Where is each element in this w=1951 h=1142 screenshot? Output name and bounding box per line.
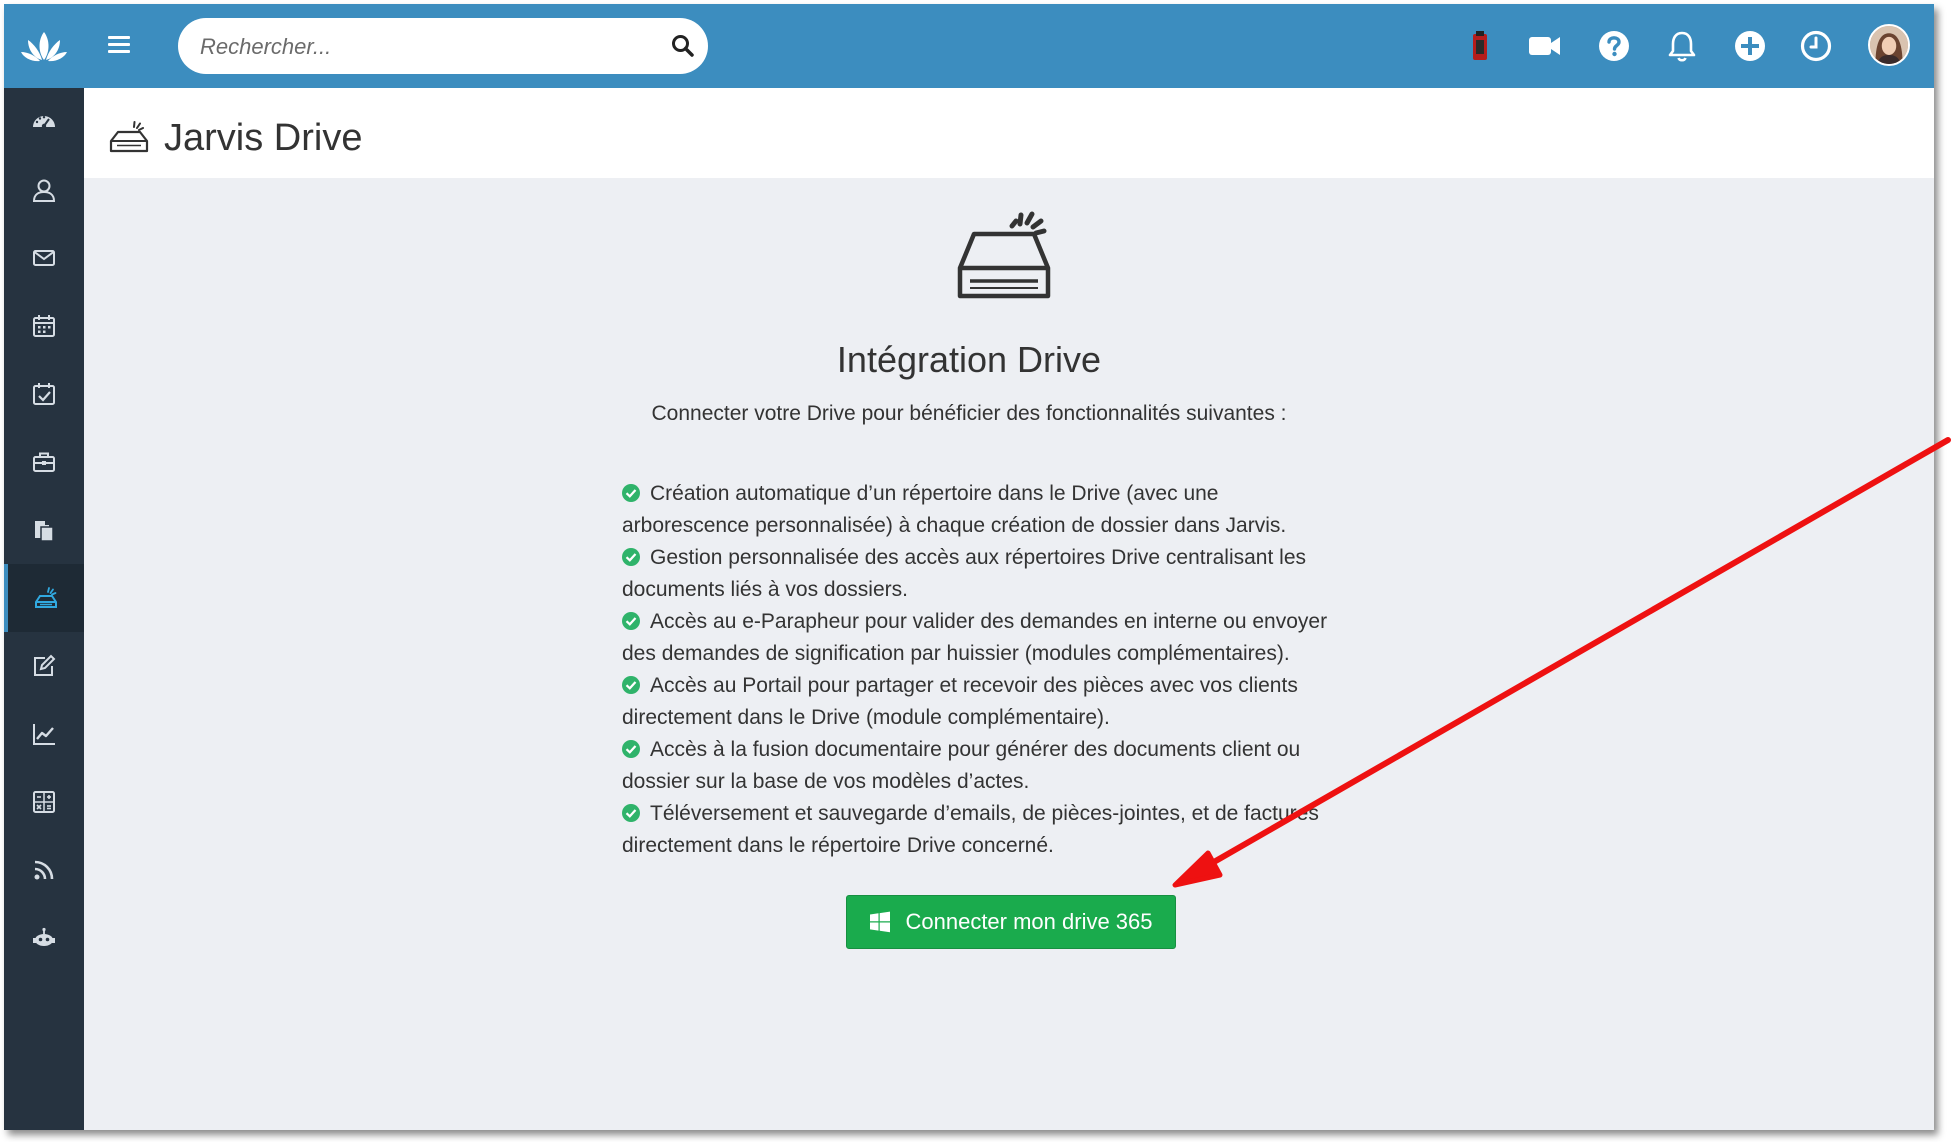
connect-drive-button-label: Connecter mon drive 365: [905, 909, 1153, 934]
features-list: Création automatique d’un répertoire dan…: [622, 478, 1402, 862]
connect-drive-button[interactable]: Connecter mon drive 365: [846, 895, 1176, 949]
sidebar-item-billing[interactable]: [4, 768, 84, 836]
sidebar-item-dashboard[interactable]: [4, 88, 84, 156]
sidebar-item-documents[interactable]: [4, 496, 84, 564]
page-title: Jarvis Drive: [164, 117, 363, 159]
check-circle-icon: [622, 548, 640, 566]
sidebar-item-mail[interactable]: [4, 224, 84, 292]
calculator-icon: [33, 791, 55, 813]
sidebar-item-assistant[interactable]: [4, 904, 84, 972]
app-logo-icon[interactable]: [20, 26, 68, 66]
check-circle-icon: [622, 612, 640, 630]
integration-title: Intégration Drive: [836, 339, 1102, 380]
check-circle-icon: [622, 676, 640, 694]
feature-text-continued: documents liés à vos dossiers.: [622, 578, 908, 601]
extension-icon[interactable]: [1462, 28, 1498, 64]
feature-text-continued: directement dans le répertoire Drive con…: [622, 834, 1054, 857]
feature-text-continued: dossier sur la base de vos modèles d’act…: [622, 770, 1030, 793]
app-window: Jarvis Drive Intégration Drive Connecter…: [4, 4, 1934, 1130]
sidebar-item-cases[interactable]: [4, 428, 84, 496]
add-icon[interactable]: [1732, 28, 1768, 64]
sidebar-item-contacts[interactable]: [4, 156, 84, 224]
feature-item: Accès au e-Parapheur pour valider des de…: [622, 606, 1402, 670]
drive-icon: [35, 587, 57, 608]
feature-item: Gestion personnalisée des accès aux répe…: [622, 542, 1402, 606]
calendar-icon: [33, 315, 55, 337]
feature-text-continued: des demandes de signification par huissi…: [622, 642, 1290, 665]
briefcase-icon: [33, 452, 55, 472]
check-circle-icon: [622, 804, 640, 822]
feature-item: Création automatique d’un répertoire dan…: [622, 478, 1402, 542]
robot-icon: [33, 927, 55, 946]
search-input[interactable]: [198, 28, 642, 66]
feature-text: Téléversement et sauvegarde d’emails, de…: [650, 802, 1319, 825]
rss-icon: [34, 860, 54, 880]
feature-item: Accès au Portail pour partager et recevo…: [622, 670, 1402, 734]
sidebar-item-statistics[interactable]: [4, 700, 84, 768]
hamburger-line: [108, 50, 130, 53]
sidebar: [4, 88, 84, 1130]
feature-text-continued: directement dans le Drive (module complé…: [622, 706, 1110, 729]
contacts-icon: [32, 179, 56, 202]
drive-illustration-icon: [957, 211, 1051, 299]
sidebar-item-feed[interactable]: [4, 836, 84, 904]
sidebar-item-drive[interactable]: [4, 564, 84, 632]
hamburger-line: [108, 43, 130, 46]
feature-text: Accès à la fusion documentaire pour géné…: [650, 738, 1301, 761]
feature-text: Accès au Portail pour partager et recevo…: [650, 674, 1298, 697]
windows-logo-icon: [870, 911, 891, 933]
edit-icon: [34, 654, 56, 676]
feature-text: Accès au e-Parapheur pour valider des de…: [650, 610, 1328, 633]
documents-icon: [35, 521, 54, 542]
menu-toggle-button[interactable]: [108, 36, 130, 56]
feature-item: Téléversement et sauvegarde d’emails, de…: [622, 798, 1402, 862]
drive-icon: [109, 121, 149, 153]
feature-text: Gestion personnalisée des accès aux répe…: [650, 546, 1306, 569]
user-avatar[interactable]: [1868, 24, 1910, 66]
integration-subtitle: Connecter votre Drive pour bénéficier de…: [651, 402, 1287, 425]
hamburger-line: [108, 36, 130, 39]
chart-icon: [33, 724, 55, 745]
check-circle-icon: [622, 484, 640, 502]
dashboard-icon: [33, 116, 55, 129]
top-bar: [4, 4, 1934, 88]
bell-icon[interactable]: [1664, 28, 1700, 64]
help-icon[interactable]: [1596, 28, 1632, 64]
feature-text-continued: arborescence personnalisée) à chaque cré…: [622, 514, 1287, 537]
video-camera-icon[interactable]: [1526, 28, 1562, 64]
avatar-image: [1870, 26, 1908, 64]
clock-icon[interactable]: [1798, 28, 1834, 64]
mail-icon: [33, 250, 55, 266]
feature-text: Création automatique d’un répertoire dan…: [650, 482, 1219, 505]
page-header: Jarvis Drive: [84, 88, 1934, 178]
search-icon[interactable]: [670, 33, 696, 59]
check-circle-icon: [622, 740, 640, 758]
sidebar-item-edit[interactable]: [4, 632, 84, 700]
search-box: [178, 18, 708, 74]
feature-item: Accès à la fusion documentaire pour géné…: [622, 734, 1402, 798]
